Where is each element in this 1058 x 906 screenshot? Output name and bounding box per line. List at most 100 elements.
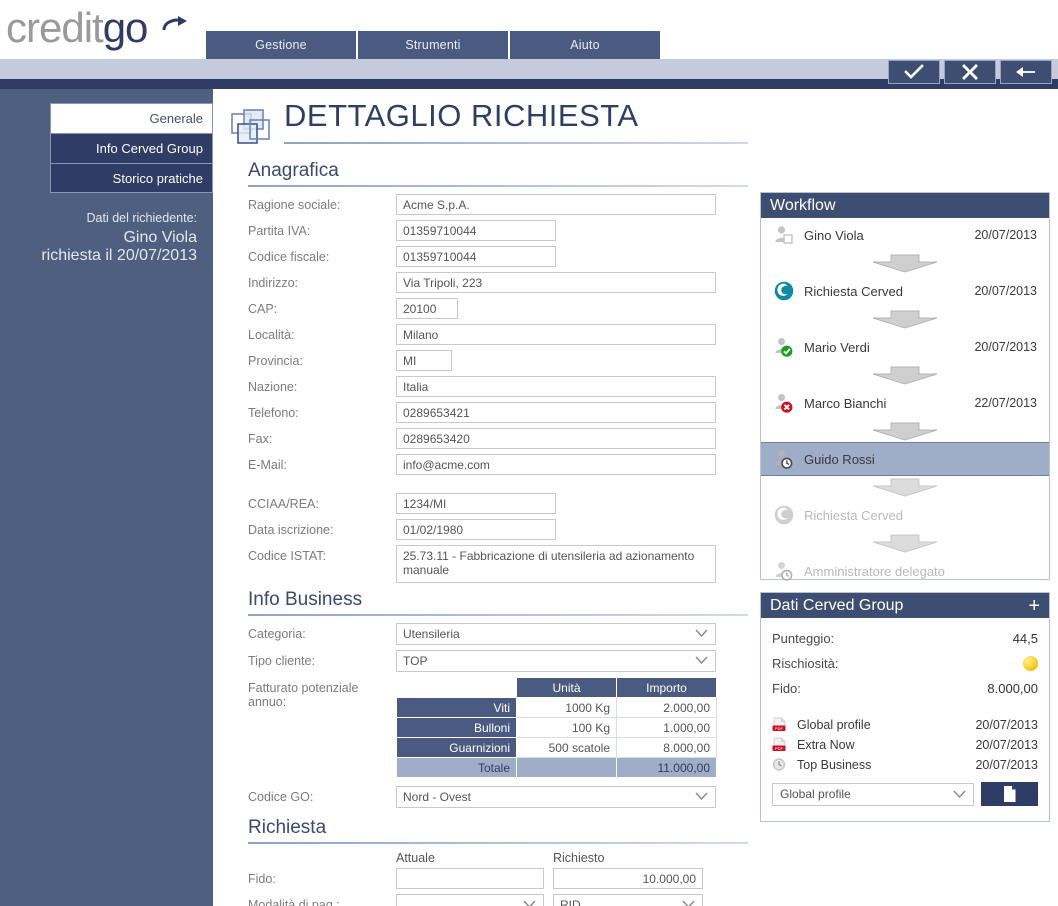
- pdf-icon: PDF: [772, 737, 786, 751]
- punteggio-label: Punteggio:: [772, 631, 835, 646]
- table-total-unita: [516, 757, 617, 778]
- chevron-down-icon: [953, 790, 966, 798]
- menu-tab-aiuto[interactable]: Aiuto: [510, 31, 662, 59]
- label-fatturato: Fatturato potenziale annuo:: [248, 681, 359, 709]
- table-header-row: Unità Importo: [397, 677, 717, 698]
- requester-label: Dati del richiedente:: [86, 211, 197, 225]
- input-cap[interactable]: 20100: [396, 298, 458, 319]
- section-rule-info-business: [248, 614, 748, 616]
- field-partita-iva: Partita IVA: 01359710044: [248, 220, 748, 241]
- workflow-header: Workflow: [761, 193, 1049, 218]
- field-codice-istat: Codice ISTAT: 25.73.11 - Fabbricazione d…: [248, 545, 748, 583]
- table-cell-importo[interactable]: 8.000,00: [616, 737, 717, 758]
- left-sidebar: Generale Info Cerved Group Storico prati…: [0, 89, 213, 906]
- table-cell-unita[interactable]: 100 Kg: [516, 717, 617, 738]
- pdf-icon: PDF: [772, 717, 786, 731]
- input-fido-attuale[interactable]: [396, 868, 544, 889]
- add-icon[interactable]: +: [1028, 596, 1040, 616]
- list-item[interactable]: Top Business 20/07/2013: [772, 755, 1038, 775]
- label-categoria: Categoria:: [248, 627, 306, 641]
- back-button[interactable]: [1000, 60, 1052, 84]
- label-tipo-cliente: Tipo cliente:: [248, 654, 315, 668]
- down-arrow-icon: [872, 534, 938, 553]
- label-fax: Fax:: [248, 432, 273, 446]
- select-document-type-value: Global profile: [780, 786, 851, 801]
- select-document-type[interactable]: Global profile: [772, 782, 974, 806]
- workflow-step[interactable]: Marco Bianchi 22/07/2013: [761, 386, 1049, 420]
- input-ragione-sociale[interactable]: Acme S.p.A.: [396, 194, 716, 215]
- input-fax[interactable]: 0289653420: [396, 428, 716, 449]
- input-partita-iva[interactable]: 01359710044: [396, 220, 556, 241]
- sidebar-item-info-cerved-group[interactable]: Info Cerved Group: [50, 133, 213, 163]
- list-item[interactable]: PDF Extra Now 20/07/2013: [772, 735, 1038, 755]
- document-list: PDF Global profile 20/07/2013 PDF Extra …: [772, 715, 1038, 775]
- sidebar-nav: Generale Info Cerved Group Storico prati…: [50, 103, 213, 193]
- input-localita[interactable]: Milano: [396, 324, 716, 345]
- document-icon: [1004, 786, 1016, 802]
- input-data-iscrizione[interactable]: 01/02/1980: [396, 519, 556, 540]
- input-email[interactable]: info@acme.com: [396, 454, 716, 475]
- dati-cerved-title: Dati Cerved Group: [770, 596, 904, 614]
- download-document-button[interactable]: [981, 782, 1038, 806]
- workflow-step-current[interactable]: Guido Rossi: [761, 442, 1049, 476]
- table-total-row: Totale 11.000,00: [396, 757, 717, 778]
- label-email: E-Mail:: [248, 458, 287, 472]
- close-icon: [962, 64, 978, 80]
- workflow-step-name: Gino Viola: [804, 227, 864, 243]
- input-nazione[interactable]: Italia: [396, 376, 716, 397]
- document-name: Global profile: [797, 718, 871, 732]
- menu-tab-gestione[interactable]: Gestione: [206, 31, 358, 59]
- label-modalita-pagamento: Modalità di pag.:: [248, 898, 340, 906]
- cerved-swirl-icon: [773, 504, 795, 526]
- table-cell-importo[interactable]: 1.000,00: [616, 717, 717, 738]
- table-cell-unita[interactable]: 500 scatole: [516, 737, 617, 758]
- list-item[interactable]: PDF Global profile 20/07/2013: [772, 715, 1038, 735]
- chevron-down-icon: [523, 900, 536, 906]
- workflow-step-name: Mario Verdi: [804, 339, 870, 355]
- table-total-label: Totale: [396, 757, 517, 778]
- input-codice-istat[interactable]: 25.73.11 - Fabbricazione di utensileria …: [396, 545, 716, 583]
- field-provincia: Provincia: MI: [248, 350, 748, 371]
- input-telefono[interactable]: 0289653421: [396, 402, 716, 423]
- workflow-step[interactable]: Amministratore delegato: [761, 554, 1049, 588]
- label-indirizzo: Indirizzo:: [248, 276, 299, 290]
- main-menu-bar: Gestione Strumenti Aiuto: [206, 31, 1058, 59]
- user-pending-icon: [773, 560, 795, 582]
- sidebar-item-storico-pratiche[interactable]: Storico pratiche: [50, 163, 213, 193]
- label-codice-fiscale: Codice fiscale:: [248, 250, 330, 264]
- workflow-step[interactable]: Gino Viola 20/07/2013: [761, 218, 1049, 252]
- table-row: Guarnizioni 500 scatole 8.000,00: [396, 737, 717, 758]
- input-codice-fiscale[interactable]: 01359710044: [396, 246, 556, 267]
- sidebar-item-generale[interactable]: Generale: [50, 103, 213, 133]
- workflow-arrow: [761, 532, 1049, 554]
- select-categoria-value: Utensileria: [403, 627, 460, 641]
- workflow-step[interactable]: Richiesta Cerved 20/07/2013: [761, 274, 1049, 308]
- input-fido-richiesto[interactable]: 10.000,00: [553, 868, 703, 889]
- logo-text-go: go: [102, 4, 149, 51]
- workflow-step[interactable]: Richiesta Cerved: [761, 498, 1049, 532]
- field-cciaa-rea: CCIAA/REA: 1234/MI: [248, 493, 748, 514]
- label-cap: CAP:: [248, 302, 278, 316]
- input-provincia[interactable]: MI: [396, 350, 452, 371]
- select-categoria[interactable]: Utensileria: [396, 623, 716, 645]
- input-cciaa-rea[interactable]: 1234/MI: [396, 493, 556, 514]
- chevron-down-icon: [695, 656, 708, 664]
- workflow-step-date: 22/07/2013: [974, 396, 1037, 410]
- select-codice-go[interactable]: Nord - Ovest: [396, 786, 716, 808]
- input-indirizzo[interactable]: Via Tripoli, 223: [396, 272, 716, 293]
- detail-form: Anagrafica Ragione sociale: Acme S.p.A. …: [248, 160, 748, 906]
- workflow-step-name: Guido Rossi: [804, 451, 875, 467]
- requester-name: Gino Viola: [123, 229, 197, 246]
- table-cell-importo[interactable]: 2.000,00: [616, 697, 717, 718]
- table-cell-unita[interactable]: 1000 Kg: [516, 697, 617, 718]
- workflow-panel: Workflow Gino Viola 20/07/2013 Richiesta…: [760, 192, 1050, 581]
- confirm-button[interactable]: [888, 60, 940, 84]
- detail-squares-icon: [231, 109, 270, 144]
- cancel-button[interactable]: [944, 60, 996, 84]
- menu-tab-strumenti[interactable]: Strumenti: [358, 31, 510, 59]
- select-modalita-richiesto[interactable]: RID: [553, 894, 703, 906]
- workflow-step[interactable]: Mario Verdi 20/07/2013: [761, 330, 1049, 364]
- select-modalita-attuale[interactable]: [396, 894, 544, 906]
- label-cciaa-rea: CCIAA/REA:: [248, 497, 319, 511]
- select-tipo-cliente[interactable]: TOP: [396, 650, 716, 672]
